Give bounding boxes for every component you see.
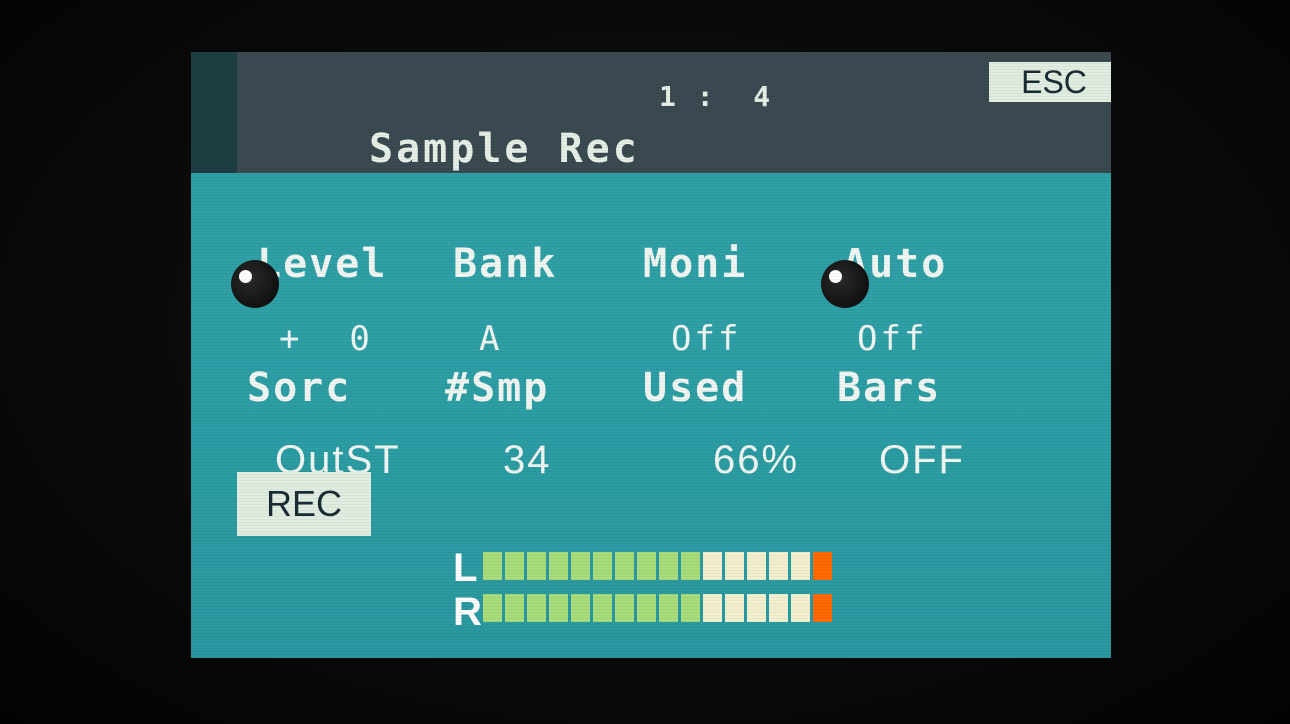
meter-segment: [681, 594, 700, 622]
param-bars[interactable]: Bars OFF: [837, 330, 965, 518]
lcd-screen: 1 : 4 Sample Rec ESC Level + 0 Bank A Mo…: [191, 52, 1111, 658]
smp-value: 34: [503, 438, 552, 482]
page-title: Sample Rec: [369, 126, 640, 172]
meter-segment: [505, 594, 524, 622]
param-smp[interactable]: #Smp 34: [445, 330, 552, 518]
meter-left-label: L: [453, 546, 478, 590]
meter-segment: [791, 594, 810, 622]
meter-segment: [571, 552, 590, 580]
meter-segment: [725, 552, 744, 580]
smp-label: #Smp: [445, 365, 550, 411]
sorc-label: Sorc: [247, 365, 352, 411]
position-indicator: 1 : 4: [659, 80, 773, 113]
meter-segment: [747, 552, 766, 580]
meter-segment: [703, 594, 722, 622]
meter-left: [483, 552, 832, 580]
meter-segment: [615, 594, 634, 622]
used-label: Used: [643, 365, 748, 411]
meter-segment: [483, 594, 502, 622]
header-left-strip: [191, 52, 237, 173]
meter-segment: [637, 594, 656, 622]
header-bar: 1 : 4 Sample Rec ESC: [237, 52, 1111, 173]
meter-segment: [769, 594, 788, 622]
meter-segment: [527, 552, 546, 580]
meter-segment: [659, 552, 678, 580]
meter-segment: [725, 594, 744, 622]
knob-level-icon[interactable]: [231, 260, 279, 308]
knob-indicator: [239, 270, 252, 283]
meter-segment: [769, 552, 788, 580]
rec-button[interactable]: REC: [237, 472, 371, 536]
bars-label: Bars: [837, 365, 942, 411]
moni-label: Moni: [643, 241, 748, 287]
meter-segment: [747, 594, 766, 622]
param-used[interactable]: Used 66%: [643, 330, 799, 518]
meter-segment: [549, 552, 568, 580]
used-value: 66%: [713, 438, 800, 482]
meter-segment: [659, 594, 678, 622]
bank-label: Bank: [453, 241, 558, 287]
meter-segment: [593, 552, 612, 580]
meter-segment: [681, 552, 700, 580]
meter-segment: [549, 594, 568, 622]
meter-segment: [637, 552, 656, 580]
meter-segment: [483, 552, 502, 580]
meter-segment: [593, 594, 612, 622]
meter-segment: [791, 552, 810, 580]
meter-segment: [505, 552, 524, 580]
meter-segment: [571, 594, 590, 622]
meter-segment: [615, 552, 634, 580]
bars-value: OFF: [879, 438, 965, 482]
knob-auto-icon[interactable]: [821, 260, 869, 308]
esc-button[interactable]: ESC: [989, 62, 1111, 102]
meter-segment: [703, 552, 722, 580]
meter-right-label: R: [453, 590, 482, 634]
meter-right: [483, 594, 832, 622]
meter-segment: [813, 594, 832, 622]
meter-segment: [527, 594, 546, 622]
knob-indicator: [829, 270, 842, 283]
meter-segment: [813, 552, 832, 580]
